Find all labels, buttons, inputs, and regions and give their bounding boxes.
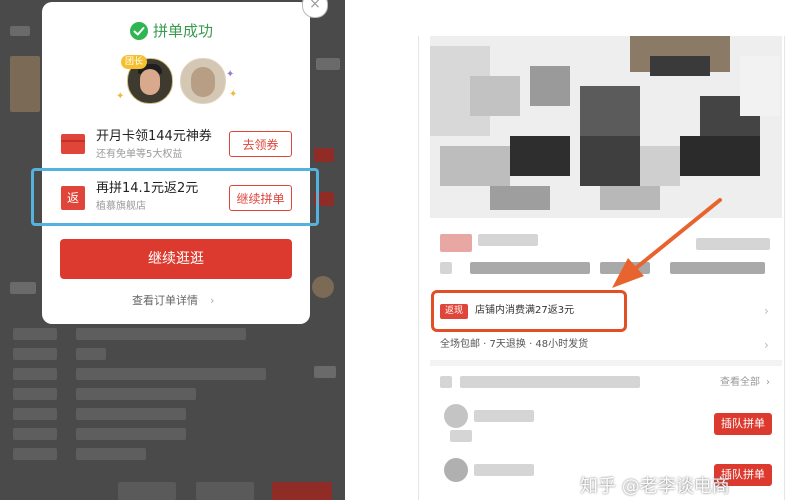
continue-group-buy-button[interactable]: 继续拼单 [229,185,292,211]
order-row-value [76,408,186,420]
bottom-action-button[interactable] [196,482,254,500]
offer-title: 再拼14.1元返2元 [96,181,199,196]
order-row-value [76,328,246,340]
order-row-label [13,448,57,460]
order-row-value [76,428,186,440]
service-guarantees[interactable]: 全场包邮 · 7天退换 · 48小时发货 [440,338,588,352]
order-row-value [76,388,196,400]
order-row-label [13,368,57,380]
bg-button [314,148,334,162]
popup-title: 拼单成功 [153,22,214,40]
offer-subtitle: 植慕旗舰店 [96,201,146,212]
order-row-value [76,448,146,460]
text-blurred [474,410,534,422]
text-blurred [460,376,640,388]
bg-avatar [312,276,334,298]
bg-copy-button [314,366,336,378]
chevron-right-icon: › [766,377,770,388]
claim-coupon-button[interactable]: 去领券 [229,131,292,157]
user-avatar [444,458,468,482]
text-blurred [670,262,765,274]
view-all-link[interactable]: 查看全部 [720,376,760,390]
sparkle-icon: ✦ [116,91,125,102]
text-blurred [478,234,538,246]
order-row-label [13,388,57,400]
order-row-value [76,368,266,380]
order-row-label [13,428,57,440]
order-row-label [13,408,57,420]
group-member-avatar [180,58,226,104]
cashback-icon: 返 [61,186,85,210]
leader-badge: 团长 [121,55,147,69]
order-row-label [13,328,57,340]
promo-text[interactable]: 店铺内消费满27返3元 [475,303,574,319]
bg-label [10,282,36,294]
text-blurred [696,238,770,250]
continue-shopping-button[interactable]: 继续逛逛 [60,239,292,279]
chevron-right-icon: › [764,304,769,318]
text-blurred [600,262,650,274]
text-blurred [474,464,534,476]
view-order-details-link[interactable]: 查看订单详情 [132,293,198,309]
product-thumb [10,56,40,112]
bottom-action-button[interactable] [118,482,176,500]
bottom-action-button[interactable] [272,482,332,500]
user-avatar [444,404,468,428]
section-divider [430,360,782,366]
order-row-value [76,348,106,360]
product-image-pixelated[interactable] [430,36,782,218]
chevron-right-icon: › [210,294,215,307]
text-blurred [440,376,452,388]
text-blurred [450,430,472,442]
offer-subtitle: 还有免单等5大权益 [96,149,183,160]
watermark: 知乎 @老李谈电商 [580,476,730,497]
success-check-icon [130,22,148,40]
price-text [316,58,340,70]
sparkle-icon: ✦ [226,69,235,80]
back-icon [10,26,30,36]
offer-title: 开月卡领144元神券 [96,129,212,144]
cashback-tag: 返现 [440,304,468,319]
sparkle-icon: ✦ [229,89,238,100]
text-blurred [470,262,590,274]
text-blurred [440,262,452,274]
order-row-label [13,348,57,360]
chevron-right-icon: › [764,338,769,352]
join-group-button[interactable]: 插队拼单 [714,413,772,435]
card-icon [61,134,85,154]
price-blurred [440,234,472,252]
